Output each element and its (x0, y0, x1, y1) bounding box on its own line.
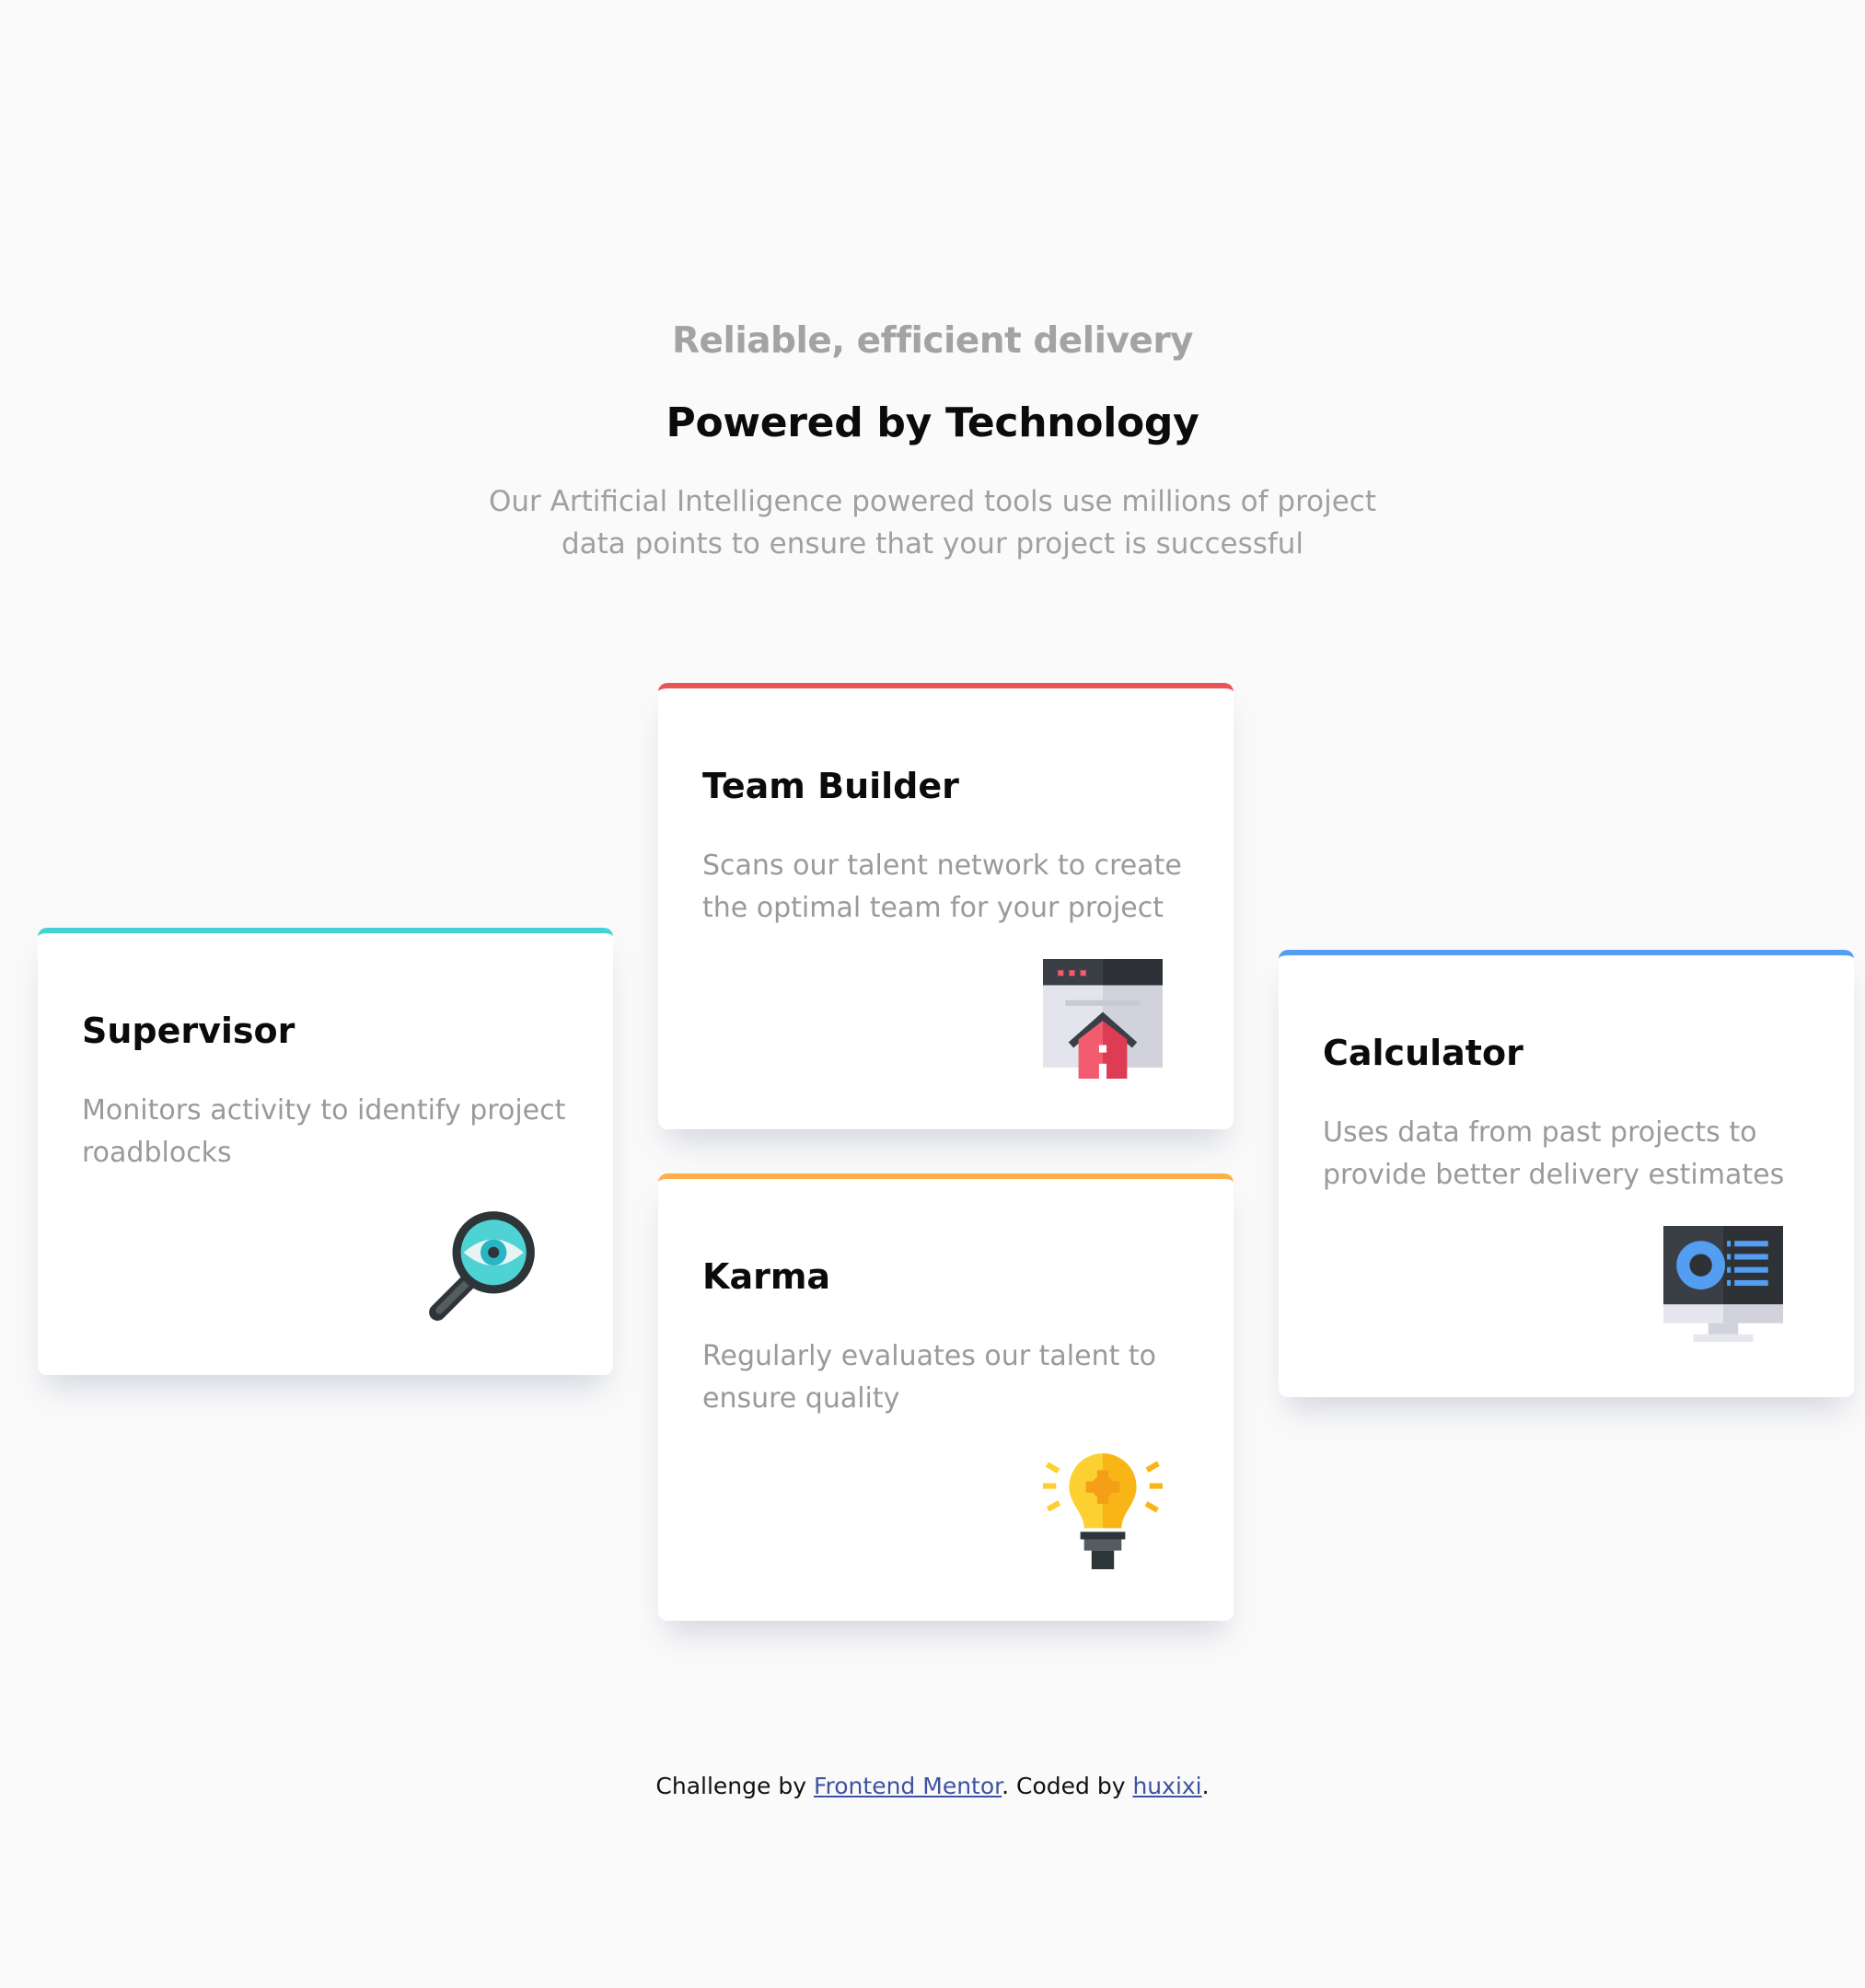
frontend-mentor-link[interactable]: Frontend Mentor (814, 1773, 1002, 1799)
footer-attribution: Challenge by Frontend Mentor. Coded by h… (0, 1773, 1865, 1799)
card-title: Supervisor (82, 1011, 295, 1051)
card-karma: Karma Regularly evaluates our talent to … (658, 1173, 1234, 1621)
section-intro: Our Artificial Intelligence powered tool… (489, 485, 1376, 561)
footer-middle: . Coded by (1002, 1773, 1126, 1799)
section-title: Powered by Technology (666, 399, 1199, 446)
magnifier-eye-icon (429, 1211, 535, 1321)
card-description: Uses data from past projects to provide … (1323, 1116, 1785, 1191)
card-description: Monitors activity to identify project ro… (82, 1094, 566, 1169)
card-title: Team Builder (702, 766, 959, 806)
author-link[interactable]: huxixi (1132, 1773, 1201, 1799)
card-description: Regularly evaluates our talent to ensure… (702, 1340, 1157, 1415)
card-team-builder: Team Builder Scans our talent network to… (658, 683, 1234, 1129)
card-description: Scans our talent network to create the o… (702, 850, 1182, 924)
card-title: Karma (702, 1256, 831, 1297)
lightbulb-icon (1043, 1453, 1163, 1569)
card-calculator: Calculator Uses data from past projects … (1279, 950, 1854, 1397)
browser-house-icon (1043, 959, 1163, 1079)
card-title: Calculator (1323, 1033, 1523, 1073)
section-subtitle: Reliable, efficient delivery (672, 320, 1193, 362)
footer-prefix: Challenge by (655, 1773, 807, 1799)
card-supervisor: Supervisor Monitors activity to identify… (38, 928, 613, 1375)
footer-suffix: . (1201, 1773, 1210, 1799)
monitor-chart-icon (1663, 1226, 1783, 1342)
